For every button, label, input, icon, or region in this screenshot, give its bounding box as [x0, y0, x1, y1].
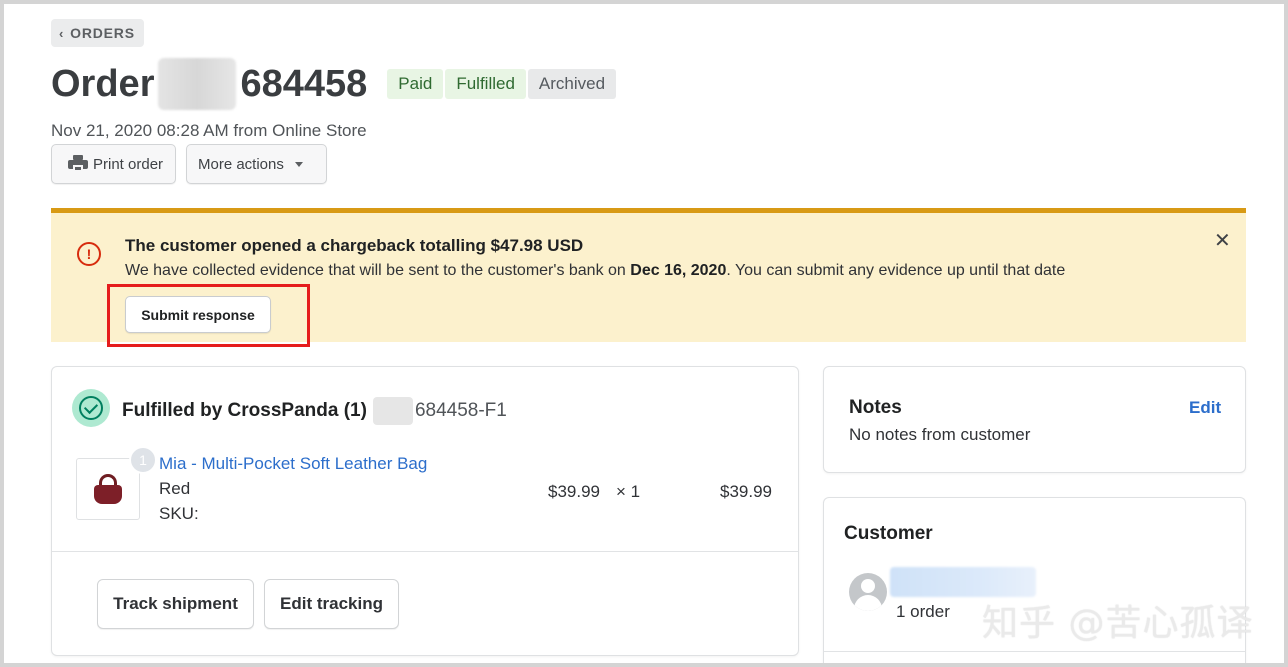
notes-card: Notes Edit No notes from customer [823, 366, 1246, 473]
title-row: Order 684458 Paid Fulfilled Archived [51, 58, 617, 110]
product-sku: SKU: [159, 504, 199, 523]
banner-message-start: We have collected evidence that will be … [125, 262, 631, 279]
banner-evidence-date: Dec 16, 2020 [630, 262, 727, 279]
avatar [849, 573, 887, 611]
back-to-orders-link[interactable]: ‹ ORDERS [51, 19, 144, 47]
divider [824, 651, 1245, 652]
product-name-link[interactable]: Mia - Multi-Pocket Soft Leather Bag [159, 454, 427, 474]
check-circle-icon [72, 389, 110, 427]
unit-price: $39.99 [548, 482, 600, 501]
fulfillment-id: 684458-F1 [414, 400, 507, 421]
more-actions-label: More actions [198, 155, 284, 173]
more-actions-button[interactable]: More actions [186, 144, 327, 184]
chargeback-banner: ! The customer opened a chargeback total… [51, 208, 1246, 347]
chevron-left-icon: ‹ [59, 25, 65, 41]
print-order-label: Print order [93, 155, 164, 173]
order-date-source: Nov 21, 2020 08:28 AM from Online Store [51, 121, 367, 140]
fulfillment-title: Fulfilled by CrossPanda (1) 684458-F1 [122, 397, 507, 425]
notes-edit-link[interactable]: Edit [1189, 398, 1221, 418]
line-total: $39.99 [720, 482, 772, 501]
alert-circle-icon: ! [77, 242, 101, 266]
fulfillment-card: Fulfilled by CrossPanda (1) 684458-F1 1 … [51, 366, 799, 656]
banner-message-end: . You can submit any evidence up until t… [726, 262, 1066, 279]
order-prefix: Order [51, 62, 155, 105]
notes-text: No notes from customer [849, 425, 1031, 444]
submit-response-button[interactable]: Submit response [125, 296, 271, 333]
print-order-button[interactable]: Print order [51, 144, 176, 184]
printer-icon [68, 155, 88, 173]
status-badge-paid: Paid [387, 69, 444, 99]
caret-down-icon [294, 161, 303, 167]
banner-message: We have collected evidence that will be … [125, 262, 1065, 280]
edit-tracking-button[interactable]: Edit tracking [264, 579, 399, 629]
divider [52, 551, 798, 552]
fulfillment-title-text: Fulfilled by CrossPanda (1) [122, 400, 367, 421]
quantity-multiplier: × 1 [616, 482, 641, 501]
close-icon[interactable]: ✕ [1214, 231, 1231, 251]
customer-order-count: 1 order [896, 602, 950, 621]
status-badge-archived: Archived [527, 69, 617, 99]
customer-title: Customer [844, 523, 933, 544]
order-suffix: 684458 [240, 62, 368, 105]
notes-title: Notes [849, 397, 902, 418]
redacted-customer-name-link[interactable] [890, 567, 1036, 597]
back-label: ORDERS [70, 25, 135, 41]
status-badges: Paid Fulfilled Archived [387, 69, 617, 99]
track-shipment-button[interactable]: Track shipment [97, 579, 254, 629]
status-badge-fulfilled: Fulfilled [445, 69, 526, 99]
banner-title: The customer opened a chargeback totalli… [125, 236, 584, 255]
page-title: Order 684458 [51, 58, 367, 110]
handbag-icon [92, 474, 124, 504]
redacted-fulfillment-prefix [372, 397, 413, 425]
product-variant: Red [159, 479, 191, 498]
redacted-order-number [158, 58, 237, 110]
watermark: 知乎 @苦心孤译 [982, 603, 1254, 644]
quantity-badge: 1 [129, 446, 157, 474]
